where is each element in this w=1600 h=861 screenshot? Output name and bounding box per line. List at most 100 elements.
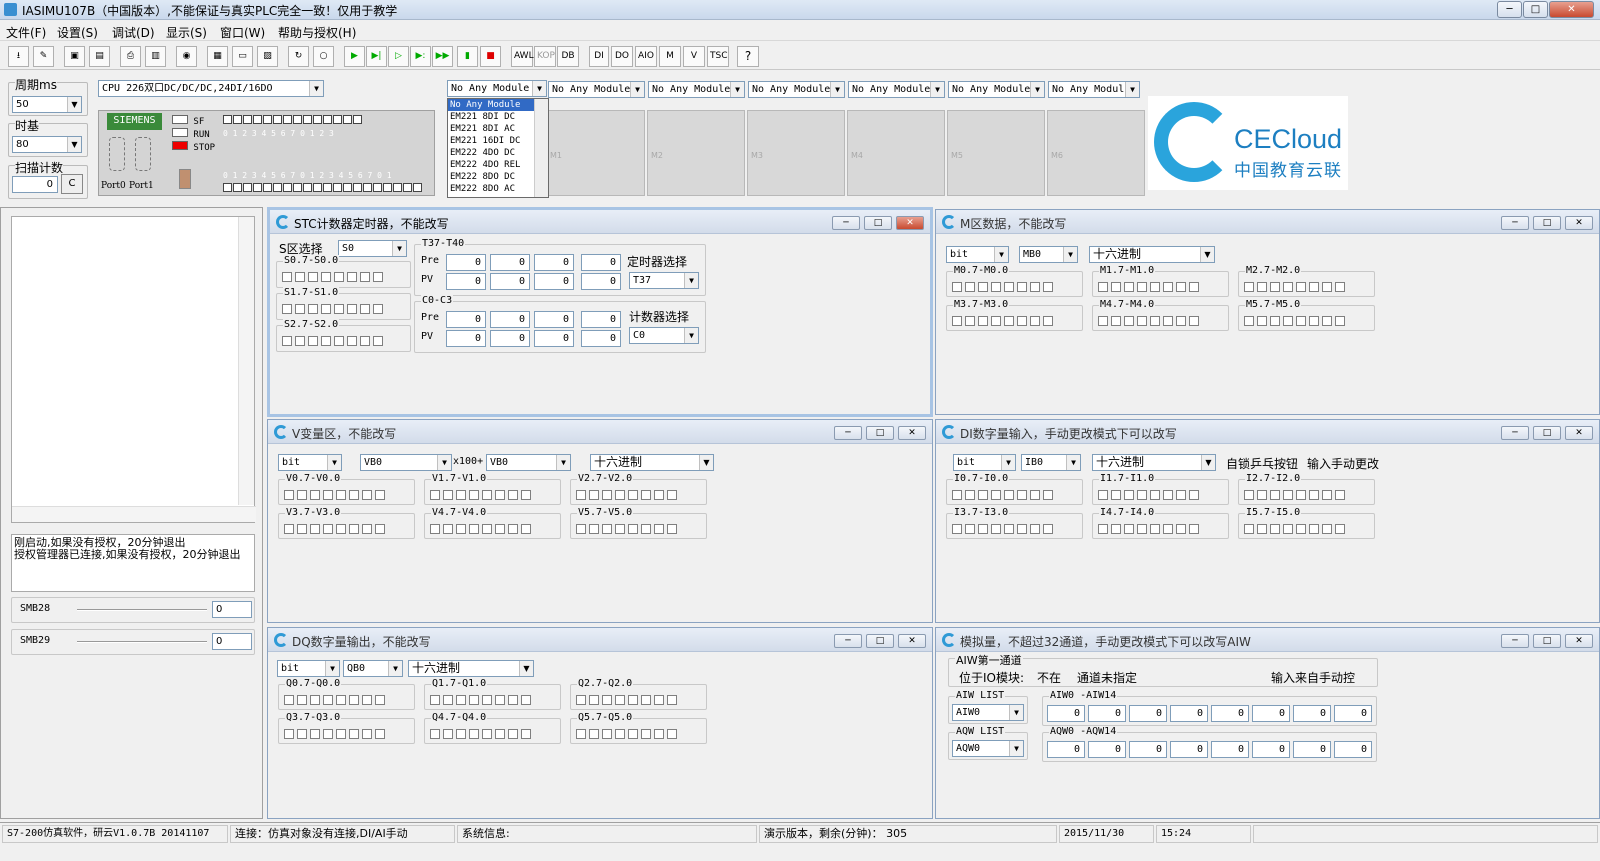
bit-checkbox[interactable]: [308, 304, 318, 314]
bit-checkbox[interactable]: [443, 695, 453, 705]
period-select[interactable]: 50 ▼: [12, 96, 82, 113]
bit-checkbox[interactable]: [482, 524, 492, 534]
bit-checkbox[interactable]: [1150, 524, 1160, 534]
bit-checkbox[interactable]: [347, 336, 357, 346]
monitor-icon[interactable]: ▭: [232, 46, 253, 67]
bit-checkbox[interactable]: [589, 524, 599, 534]
reset-icon[interactable]: ○: [313, 46, 334, 67]
close-button[interactable]: ✕: [1565, 634, 1593, 648]
v-button[interactable]: V: [683, 46, 705, 67]
bit-checkbox[interactable]: [334, 336, 344, 346]
maximize-button[interactable]: □: [866, 426, 894, 440]
bit-checkbox[interactable]: [349, 729, 359, 739]
bit-checkbox[interactable]: [1124, 524, 1134, 534]
bit-checkbox[interactable]: [297, 729, 307, 739]
bit-checkbox[interactable]: [334, 304, 344, 314]
maximize-button[interactable]: □: [1523, 1, 1548, 18]
bit-checkbox[interactable]: [282, 272, 292, 282]
bit-checkbox[interactable]: [362, 490, 372, 500]
bit-checkbox[interactable]: [360, 272, 370, 282]
close-button[interactable]: ✕: [1549, 1, 1594, 18]
log-list[interactable]: [11, 216, 256, 523]
bit-checkbox[interactable]: [1030, 282, 1040, 292]
window-icon[interactable]: ▦: [207, 46, 228, 67]
bit-checkbox[interactable]: [430, 729, 440, 739]
bit-checkbox[interactable]: [1111, 282, 1121, 292]
bit-checkbox[interactable]: [495, 729, 505, 739]
bit-checkbox[interactable]: [373, 272, 383, 282]
bit-checkboxes[interactable]: [1244, 488, 1348, 501]
step-into-icon[interactable]: ▶:: [410, 46, 431, 67]
v-byte-select[interactable]: VB0 ▼: [486, 454, 571, 471]
aiw-value-1[interactable]: 0: [1088, 705, 1126, 722]
aio-button[interactable]: AIO: [635, 46, 657, 67]
close-button[interactable]: ✕: [1565, 216, 1593, 230]
save-as-icon[interactable]: ▤: [89, 46, 110, 67]
bit-checkbox[interactable]: [323, 729, 333, 739]
timer-select[interactable]: T37 ▼: [629, 272, 699, 289]
bit-checkbox[interactable]: [362, 729, 372, 739]
dropdown-option[interactable]: EM221 8DI AC: [448, 123, 548, 135]
bit-checkbox[interactable]: [1111, 524, 1121, 534]
bit-checkbox[interactable]: [1004, 490, 1014, 500]
bit-checkbox[interactable]: [1322, 524, 1332, 534]
bit-checkbox[interactable]: [1137, 316, 1147, 326]
dq-format-select[interactable]: 十六进制 ▼: [408, 660, 534, 677]
bit-checkbox[interactable]: [456, 695, 466, 705]
bit-checkbox[interactable]: [1189, 282, 1199, 292]
close-button[interactable]: ✕: [1565, 426, 1593, 440]
bit-checkbox[interactable]: [1322, 490, 1332, 500]
run-stop-switch[interactable]: [179, 169, 191, 189]
bit-checkbox[interactable]: [1244, 282, 1254, 292]
bit-checkbox[interactable]: [965, 316, 975, 326]
dropdown-option[interactable]: EM222 4DO REL: [448, 159, 548, 171]
dropdown-option[interactable]: EM221 16DI DC: [448, 135, 548, 147]
bit-checkbox[interactable]: [1309, 490, 1319, 500]
close-button[interactable]: ✕: [898, 634, 926, 648]
bit-checkbox[interactable]: [965, 282, 975, 292]
bit-checkbox[interactable]: [310, 490, 320, 500]
bit-checkbox[interactable]: [1309, 524, 1319, 534]
bit-checkbox[interactable]: [321, 336, 331, 346]
menu-debug[interactable]: 调试(D): [112, 24, 155, 41]
module-select-3[interactable]: No Any Module ▼: [648, 81, 745, 98]
bit-checkbox[interactable]: [295, 304, 305, 314]
bit-checkbox[interactable]: [469, 695, 479, 705]
edit-icon[interactable]: ✎: [33, 46, 54, 67]
aiw-value-0[interactable]: 0: [1047, 705, 1085, 722]
bit-checkbox[interactable]: [1176, 490, 1186, 500]
v-base-select[interactable]: VB0 ▼: [360, 454, 452, 471]
bit-checkbox[interactable]: [521, 729, 531, 739]
bit-checkbox[interactable]: [1270, 282, 1280, 292]
bit-checkbox[interactable]: [1270, 490, 1280, 500]
bit-checkbox[interactable]: [615, 695, 625, 705]
module-select-6[interactable]: No Any Module ▼: [948, 81, 1045, 98]
di-button[interactable]: DI: [589, 46, 609, 67]
bit-checkbox[interactable]: [654, 490, 664, 500]
counter-select[interactable]: C0 ▼: [629, 327, 699, 344]
bit-checkbox[interactable]: [456, 729, 466, 739]
bit-checkbox[interactable]: [443, 729, 453, 739]
smb28-slider[interactable]: [72, 600, 212, 622]
bit-checkbox[interactable]: [1176, 524, 1186, 534]
latch-toggle[interactable]: 自锁乒乓按钮: [1226, 455, 1298, 472]
bit-checkbox[interactable]: [308, 272, 318, 282]
eye-icon[interactable]: ◉: [176, 46, 197, 67]
bit-checkbox[interactable]: [965, 490, 975, 500]
print-icon[interactable]: ⎙: [120, 46, 141, 67]
dropdown-scrollbar[interactable]: [534, 99, 548, 197]
bit-checkbox[interactable]: [991, 524, 1001, 534]
bit-checkbox[interactable]: [321, 304, 331, 314]
bit-checkbox[interactable]: [1017, 282, 1027, 292]
bit-checkbox[interactable]: [1296, 524, 1306, 534]
bit-checkbox[interactable]: [349, 524, 359, 534]
bit-checkbox[interactable]: [1017, 316, 1027, 326]
bit-checkbox[interactable]: [589, 695, 599, 705]
dq-byte-select[interactable]: QB0 ▼: [343, 660, 403, 677]
aqw-value-7[interactable]: 0: [1334, 741, 1372, 758]
bit-checkboxes[interactable]: [576, 693, 680, 706]
horizontal-scrollbar[interactable]: [12, 506, 256, 522]
maximize-button[interactable]: □: [1533, 216, 1561, 230]
bit-checkbox[interactable]: [628, 490, 638, 500]
bit-checkbox[interactable]: [667, 695, 677, 705]
